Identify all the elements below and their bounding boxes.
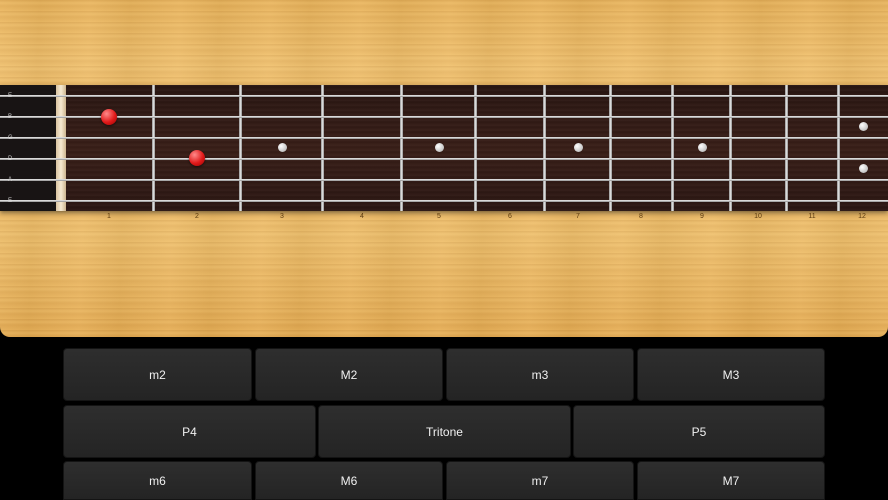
fret-10	[785, 85, 788, 211]
fret-number: 5	[437, 213, 441, 220]
fret-inlay-dot	[859, 164, 868, 173]
fret-number: 12	[858, 213, 866, 220]
string-label: E	[8, 198, 13, 204]
interval-button-tritone[interactable]: Tritone	[318, 405, 571, 458]
headstock	[0, 85, 57, 211]
string-label: E	[8, 93, 13, 99]
fret-inlay-dot	[859, 122, 868, 131]
fret-7	[609, 85, 612, 211]
fret-2	[239, 85, 242, 211]
string-g[interactable]	[0, 137, 888, 139]
string-label: G	[8, 135, 13, 141]
nut	[56, 85, 66, 211]
fret-11	[837, 85, 840, 211]
fret-6	[543, 85, 546, 211]
fret-8	[671, 85, 674, 211]
interval-button-P5[interactable]: P5	[573, 405, 825, 458]
string-a[interactable]	[0, 179, 888, 181]
interval-button-m6[interactable]: m6	[63, 461, 252, 500]
string-label: D	[8, 156, 13, 162]
string-label: B	[8, 114, 13, 120]
selected-note-marker[interactable]	[189, 150, 205, 166]
interval-button-M6[interactable]: M6	[255, 461, 443, 500]
string-d[interactable]	[0, 158, 888, 160]
fret-3	[321, 85, 324, 211]
interval-button-P4[interactable]: P4	[63, 405, 316, 458]
fret-number: 6	[508, 213, 512, 220]
fret-number: 9	[700, 213, 704, 220]
fret-inlay-dot	[574, 143, 583, 152]
interval-button-m3[interactable]: m3	[446, 348, 634, 401]
fret-number: 4	[360, 213, 364, 220]
fret-number: 8	[639, 213, 643, 220]
interval-button-M3[interactable]: M3	[637, 348, 825, 401]
fret-number: 10	[754, 213, 762, 220]
fret-inlay-dot	[278, 143, 287, 152]
fret-number: 11	[808, 213, 816, 220]
interval-button-m2[interactable]: m2	[63, 348, 252, 401]
string-e-high[interactable]	[0, 95, 888, 97]
fret-inlay-dot	[435, 143, 444, 152]
fret-number: 1	[107, 213, 111, 220]
selected-note-marker[interactable]	[101, 109, 117, 125]
wood-board: E B G D A E 1 2 3 4 5 6 7 8 9 10 11 12	[0, 0, 888, 337]
interval-button-M7[interactable]: M7	[637, 461, 825, 500]
fret-5	[474, 85, 477, 211]
fret-number: 2	[195, 213, 199, 220]
fret-1	[152, 85, 155, 211]
string-label: A	[8, 177, 13, 183]
fret-number: 3	[280, 213, 284, 220]
string-b[interactable]	[0, 116, 888, 118]
interval-button-M2[interactable]: M2	[255, 348, 443, 401]
string-e-low[interactable]	[0, 200, 888, 202]
fretboard[interactable]: E B G D A E	[0, 85, 888, 211]
fret-number: 7	[576, 213, 580, 220]
interval-button-m7[interactable]: m7	[446, 461, 634, 500]
fret-9	[729, 85, 732, 211]
fret-4	[400, 85, 403, 211]
fret-inlay-dot	[698, 143, 707, 152]
